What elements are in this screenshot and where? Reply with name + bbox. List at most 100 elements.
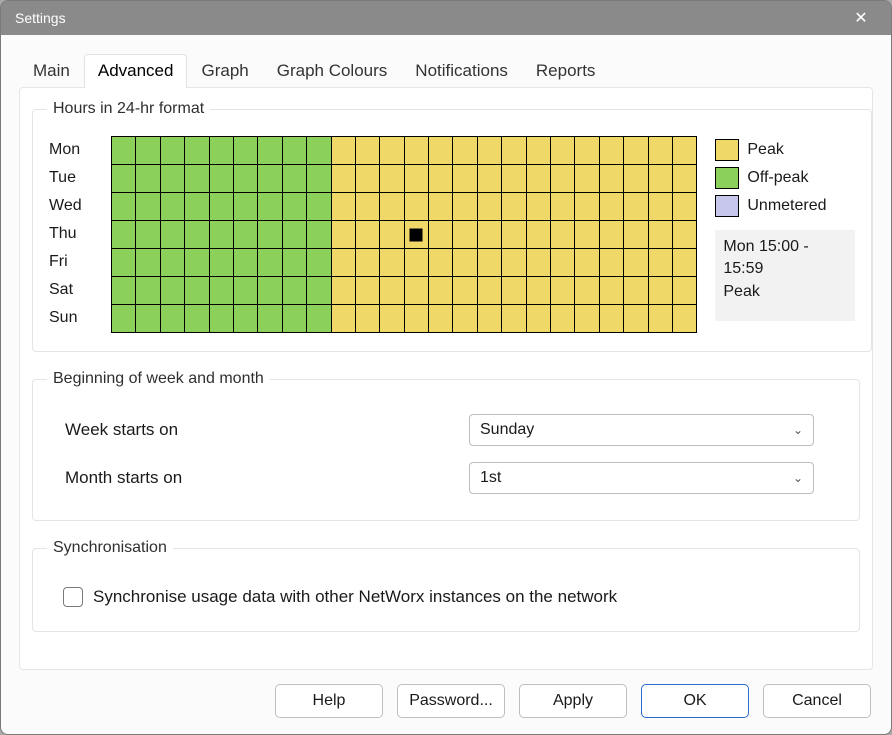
hour-cell[interactable] <box>258 193 282 221</box>
hour-cell[interactable] <box>234 137 258 165</box>
hour-cell[interactable] <box>283 165 307 193</box>
apply-button[interactable]: Apply <box>519 684 627 718</box>
hour-cell[interactable] <box>600 193 624 221</box>
hour-cell[interactable] <box>551 193 575 221</box>
hour-cell[interactable] <box>332 221 356 249</box>
hour-cell[interactable] <box>185 165 209 193</box>
hour-cell[interactable] <box>380 165 404 193</box>
hour-cell[interactable] <box>112 249 136 277</box>
hour-cell[interactable] <box>283 137 307 165</box>
hour-cell[interactable] <box>600 137 624 165</box>
hour-cell[interactable] <box>478 193 502 221</box>
hour-cell[interactable] <box>405 165 429 193</box>
hour-cell[interactable] <box>380 221 404 249</box>
hour-cell[interactable] <box>332 277 356 305</box>
hour-cell[interactable] <box>210 277 234 305</box>
hour-cell[interactable] <box>234 249 258 277</box>
hour-cell[interactable] <box>210 221 234 249</box>
hour-cell[interactable] <box>356 305 380 333</box>
hour-cell[interactable] <box>478 165 502 193</box>
hour-cell[interactable] <box>429 137 453 165</box>
hour-cell[interactable] <box>551 249 575 277</box>
hour-cell[interactable] <box>185 221 209 249</box>
hour-cell[interactable] <box>649 137 673 165</box>
hour-cell[interactable] <box>502 221 526 249</box>
hour-cell[interactable] <box>649 165 673 193</box>
hour-cell[interactable] <box>551 221 575 249</box>
hour-cell[interactable] <box>453 221 477 249</box>
hour-cell[interactable] <box>575 305 599 333</box>
hour-cell[interactable] <box>575 277 599 305</box>
hour-cell[interactable] <box>136 249 160 277</box>
password-button[interactable]: Password... <box>397 684 505 718</box>
hour-cell[interactable] <box>527 193 551 221</box>
hour-cell[interactable] <box>502 165 526 193</box>
hour-cell[interactable] <box>332 249 356 277</box>
hour-cell[interactable] <box>210 305 234 333</box>
help-button[interactable]: Help <box>275 684 383 718</box>
hour-cell[interactable] <box>624 305 648 333</box>
hour-cell[interactable] <box>429 221 453 249</box>
hour-cell[interactable] <box>649 249 673 277</box>
hour-cell[interactable] <box>575 221 599 249</box>
hour-cell[interactable] <box>527 137 551 165</box>
hour-cell[interactable] <box>185 305 209 333</box>
hour-cell[interactable] <box>136 277 160 305</box>
hour-cell[interactable] <box>624 249 648 277</box>
hour-cell[interactable] <box>405 305 429 333</box>
hour-cell[interactable] <box>405 221 429 249</box>
hour-cell[interactable] <box>624 137 648 165</box>
close-icon[interactable]: ✕ <box>845 8 877 28</box>
hour-cell[interactable] <box>307 305 331 333</box>
hour-cell[interactable] <box>453 137 477 165</box>
hour-cell[interactable] <box>185 277 209 305</box>
tab-reports[interactable]: Reports <box>522 54 610 88</box>
sync-checkbox[interactable] <box>63 587 83 607</box>
hour-cell[interactable] <box>283 277 307 305</box>
hour-cell[interactable] <box>575 249 599 277</box>
tab-graph-colours[interactable]: Graph Colours <box>263 54 402 88</box>
hour-cell[interactable] <box>136 193 160 221</box>
hour-cell[interactable] <box>502 193 526 221</box>
hour-cell[interactable] <box>234 221 258 249</box>
hour-cell[interactable] <box>307 137 331 165</box>
hour-cell[interactable] <box>380 137 404 165</box>
hour-cell[interactable] <box>502 137 526 165</box>
hour-cell[interactable] <box>185 249 209 277</box>
tab-advanced[interactable]: Advanced <box>84 54 188 88</box>
hour-cell[interactable] <box>624 193 648 221</box>
hour-cell[interactable] <box>673 305 697 333</box>
hour-cell[interactable] <box>429 165 453 193</box>
hour-cell[interactable] <box>453 193 477 221</box>
hour-cell[interactable] <box>356 249 380 277</box>
hour-cell[interactable] <box>258 249 282 277</box>
hour-cell[interactable] <box>161 165 185 193</box>
hour-cell[interactable] <box>551 137 575 165</box>
legend-item-peak[interactable]: Peak <box>715 136 855 164</box>
hour-cell[interactable] <box>575 137 599 165</box>
hour-cell[interactable] <box>307 249 331 277</box>
hour-cell[interactable] <box>185 193 209 221</box>
hour-cell[interactable] <box>527 221 551 249</box>
hour-cell[interactable] <box>551 165 575 193</box>
hour-cell[interactable] <box>600 305 624 333</box>
hour-cell[interactable] <box>161 305 185 333</box>
hour-cell[interactable] <box>405 193 429 221</box>
hour-cell[interactable] <box>673 249 697 277</box>
hour-cell[interactable] <box>405 137 429 165</box>
hour-cell[interactable] <box>624 277 648 305</box>
hour-cell[interactable] <box>356 221 380 249</box>
hour-cell[interactable] <box>527 277 551 305</box>
cancel-button[interactable]: Cancel <box>763 684 871 718</box>
hour-cell[interactable] <box>307 193 331 221</box>
hour-cell[interactable] <box>210 249 234 277</box>
hour-cell[interactable] <box>234 193 258 221</box>
hour-cell[interactable] <box>136 305 160 333</box>
hour-cell[interactable] <box>405 249 429 277</box>
hour-cell[interactable] <box>380 305 404 333</box>
hour-cell[interactable] <box>356 277 380 305</box>
hour-cell[interactable] <box>649 277 673 305</box>
hour-cell[interactable] <box>600 249 624 277</box>
hour-cell[interactable] <box>478 249 502 277</box>
hour-cell[interactable] <box>502 305 526 333</box>
